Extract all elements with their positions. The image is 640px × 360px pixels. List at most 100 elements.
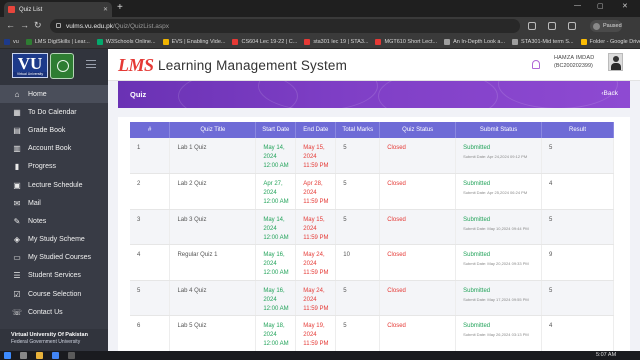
back-arrow-icon[interactable]: ← bbox=[6, 21, 15, 30]
column-header[interactable]: # bbox=[130, 122, 171, 138]
vu-logo[interactable]: VU Virtual University bbox=[12, 53, 48, 78]
quiz-number: 2 bbox=[137, 181, 141, 187]
close-window-icon[interactable]: ✕ bbox=[622, 2, 628, 10]
bookmark-star-icon[interactable] bbox=[528, 22, 536, 30]
result: 9 bbox=[549, 252, 553, 258]
quiz-number-cell: 3 bbox=[130, 209, 171, 245]
reload-icon[interactable]: ↻ bbox=[34, 21, 42, 30]
forward-arrow-icon[interactable]: → bbox=[20, 21, 29, 30]
end-date: May 15, bbox=[303, 145, 325, 151]
progress-icon: ▮ bbox=[14, 162, 20, 172]
bookmark-item[interactable]: CS604 Lec 19-22 | C... bbox=[232, 38, 297, 45]
start-date: May 16, bbox=[263, 287, 285, 294]
minimize-icon[interactable]: — bbox=[574, 2, 581, 9]
bookmark-item[interactable]: vu bbox=[4, 38, 19, 45]
search-icon[interactable] bbox=[20, 352, 27, 359]
table-row[interactable]: 1 Lab 1 Quiz May 14, 2024 12:00 AM May 15, 202… bbox=[130, 138, 614, 174]
sidebar-item-account-book[interactable]: ▥ Account Book bbox=[0, 140, 108, 158]
column-header[interactable]: Result bbox=[541, 122, 614, 138]
table-row[interactable]: 5 Lab 4 Quiz May 16, 2024 12:00 AM May 24, 202… bbox=[130, 280, 614, 316]
notification-bell-icon[interactable] bbox=[532, 60, 540, 69]
table-row[interactable]: 3 Lab 3 Quiz May 14, 2024 12:00 AM May 15, 202… bbox=[130, 209, 614, 245]
downloads-icon[interactable] bbox=[568, 22, 576, 30]
browser-tab[interactable]: Quiz List ✕ bbox=[4, 2, 112, 17]
bookmark-item[interactable]: sta301 lec 19 | STA3... bbox=[304, 38, 368, 45]
sidebar-item-progress[interactable]: ▮ Progress bbox=[0, 158, 108, 176]
total-marks-cell: 5 bbox=[335, 209, 381, 245]
sidebar-item-grade-book[interactable]: ▤ Grade Book bbox=[0, 121, 108, 139]
browser-tab-strip: Quiz List ✕ + — ▢ ✕ bbox=[0, 0, 640, 17]
start-time: 12:00 AM bbox=[263, 163, 289, 169]
sidebar-item-home[interactable]: ⌂ Home bbox=[0, 85, 108, 104]
start-button-icon[interactable] bbox=[4, 352, 11, 359]
vu-logo-caption: Virtual University bbox=[13, 72, 47, 77]
quiz-title-cell: Lab 1 Quiz bbox=[169, 138, 257, 174]
column-header[interactable]: Submit Status bbox=[455, 122, 543, 138]
quiz-number-cell: 5 bbox=[130, 280, 171, 316]
bookmark-item[interactable]: W3Schools Online... bbox=[96, 38, 156, 45]
extensions-icon[interactable] bbox=[548, 22, 556, 30]
file-explorer-icon[interactable] bbox=[36, 352, 43, 359]
table-row[interactable]: 6 Lab 5 Quiz May 18, 2024 12:00 AM May 19, 202… bbox=[130, 315, 614, 351]
start-date: Apr 27, bbox=[263, 181, 283, 187]
total-marks-cell: 5 bbox=[335, 138, 381, 174]
quiz-number: 3 bbox=[137, 216, 141, 223]
close-tab-icon[interactable]: ✕ bbox=[103, 6, 108, 13]
new-tab-button[interactable]: + bbox=[117, 3, 123, 13]
quiz-status: Closed bbox=[387, 145, 406, 151]
bookmark-item[interactable]: Folder - Google Drive bbox=[580, 38, 640, 45]
address-bar[interactable]: vulms.vu.edu.pk/Quiz/QuizList.aspx bbox=[50, 19, 520, 33]
end-time: 11:59 PM bbox=[303, 270, 329, 276]
end-time: 11:59 PM bbox=[303, 163, 329, 169]
quiz-title-cell: Lab 2 Quiz bbox=[169, 173, 257, 210]
quiz-number: 4 bbox=[137, 252, 141, 258]
app-icon[interactable] bbox=[68, 352, 75, 359]
sidebar-item-label: Home bbox=[28, 90, 47, 98]
submit-status-cell: Submitted Submit Date: May 10,2024 09:44 … bbox=[455, 209, 543, 245]
sidebar-item-label: Notes bbox=[28, 217, 47, 225]
submit-status-cell: Submitted Submit Date: May 26,2024 03:13 … bbox=[455, 315, 543, 351]
bookmark-item[interactable]: An In-Depth Look a... bbox=[444, 38, 505, 45]
page-header: LMS Learning Management System HAMZA IMD… bbox=[108, 49, 640, 81]
sidebar-item-my-studied-courses[interactable]: ▭ My Studied Courses bbox=[0, 249, 108, 267]
start-date-cell: May 16, 2024 12:00 AM bbox=[255, 244, 297, 281]
column-header[interactable]: Total Marks bbox=[335, 122, 381, 138]
chrome-icon[interactable] bbox=[52, 352, 59, 359]
home-icon: ⌂ bbox=[14, 89, 20, 99]
bookmark-label: Folder - Google Drive bbox=[589, 38, 640, 45]
sidebar-item-student-services[interactable]: ☰ Student Services bbox=[0, 267, 108, 285]
sidebar-item-contact-us[interactable]: ☏ Contact Us bbox=[0, 303, 108, 321]
bookmark-label: EVS | Enabling Vide... bbox=[171, 38, 226, 45]
start-date: May 18, bbox=[263, 323, 285, 329]
bookmark-item[interactable]: EVS | Enabling Vide... bbox=[162, 38, 226, 45]
bookmark-item[interactable]: LMS DigiSkills | Lear... bbox=[25, 38, 90, 45]
maximize-icon[interactable]: ▢ bbox=[597, 2, 604, 10]
table-row[interactable]: 2 Lab 2 Quiz Apr 27, 2024 12:00 AM Apr 28, 202… bbox=[130, 173, 614, 210]
table-row[interactable]: 4 Regular Quiz 1 May 16, 2024 12:00 AM May 24… bbox=[130, 244, 614, 281]
column-header[interactable]: Start Date bbox=[255, 122, 297, 138]
submit-date: Submit Date: May 20,2024 09:33 PM bbox=[463, 261, 529, 266]
sidebar-item-course-selection[interactable]: ☑ Course Selection bbox=[0, 285, 108, 303]
bookmark-item[interactable]: STA301-Mid term S... bbox=[512, 38, 574, 45]
hamburger-menu-icon[interactable] bbox=[86, 60, 96, 68]
end-time: 11:59 PM bbox=[303, 199, 329, 205]
column-header[interactable]: Quiz Title bbox=[169, 122, 257, 138]
sidebar-item-my-study-scheme[interactable]: ◈ My Study Scheme bbox=[0, 231, 108, 249]
user-info[interactable]: HAMZA IMDAD (BC200202399) bbox=[554, 55, 594, 69]
bookmark-item[interactable]: MGT610 Short Lect... bbox=[375, 38, 437, 45]
sidebar-item-notes[interactable]: ✎ Notes bbox=[0, 212, 108, 230]
quiz-number: 5 bbox=[137, 287, 141, 294]
site-info-icon[interactable] bbox=[56, 23, 61, 28]
lms-logo[interactable]: LMS bbox=[118, 56, 154, 74]
quiz-status-cell: Closed bbox=[379, 280, 457, 316]
back-button[interactable]: ‹Back bbox=[601, 90, 618, 97]
end-date-cell: May 15, 2024 11:59 PM bbox=[295, 209, 337, 245]
avatar[interactable] bbox=[608, 53, 623, 71]
sidebar-item-lecture-schedule[interactable]: ▣ Lecture Schedule bbox=[0, 176, 108, 194]
column-header[interactable]: End Date bbox=[295, 122, 337, 138]
sidebar-item-mail[interactable]: ✉ Mail bbox=[0, 194, 108, 212]
sidebar-item-to-do-calendar[interactable]: ▦ To Do Calendar bbox=[0, 103, 108, 121]
column-header[interactable]: Quiz Status bbox=[379, 122, 457, 138]
bookmark-favicon-icon bbox=[444, 38, 451, 45]
profile-button[interactable]: Paused bbox=[590, 20, 622, 32]
